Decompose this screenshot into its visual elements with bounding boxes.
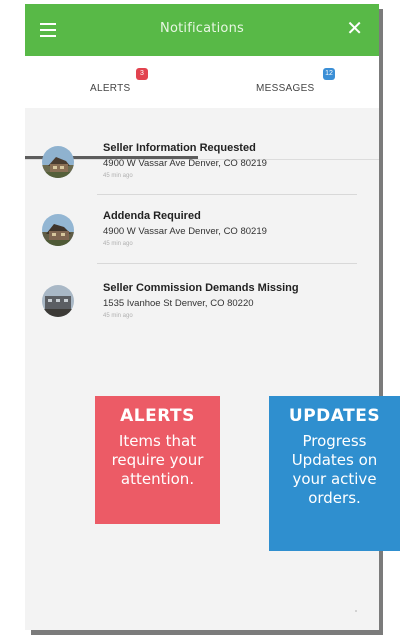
close-icon[interactable]: ✕: [346, 18, 363, 38]
messages-count-badge: 12: [323, 68, 335, 80]
alerts-callout-text: Items that require your attention.: [111, 432, 204, 488]
notification-time: 45 min ago: [103, 313, 133, 319]
list-divider: [97, 263, 357, 264]
house-photo-icon: [42, 146, 74, 178]
list-item[interactable]: Addenda Required 4900 W Vassar Ave Denve…: [25, 204, 379, 264]
tab-messages[interactable]: MESSAGES 12: [198, 56, 379, 108]
notification-address: 4900 W Vassar Ave Denver, CO 80219: [103, 158, 267, 169]
updates-callout: UPDATES Progress Updates on your active …: [269, 396, 400, 551]
scroll-indicator: [355, 610, 357, 612]
list-item[interactable]: Seller Commission Demands Missing 1535 I…: [25, 273, 379, 333]
property-photo-avatar: [42, 214, 74, 246]
tab-alerts-label: ALERTS: [90, 83, 131, 94]
notification-title: Seller Commission Demands Missing: [103, 282, 299, 294]
tab-bar: ALERTS 3 MESSAGES 12: [25, 56, 379, 160]
tab-messages-label: MESSAGES: [256, 83, 315, 94]
building-photo-icon: [42, 285, 74, 317]
notification-address: 1535 Ivanhoe St Denver, CO 80220: [103, 298, 254, 309]
app-header: Notifications ✕: [25, 4, 379, 56]
updates-callout-title: UPDATES: [288, 406, 381, 426]
house-photo-icon: [42, 214, 74, 246]
notification-address: 4900 W Vassar Ave Denver, CO 80219: [103, 226, 267, 237]
notification-title: Seller Information Requested: [103, 142, 256, 154]
notification-time: 45 min ago: [103, 241, 133, 247]
property-photo-avatar: [42, 285, 74, 317]
alerts-callout-title: ALERTS: [120, 406, 195, 426]
updates-callout-text: Progress Updates on your active orders.: [291, 432, 378, 507]
notification-title: Addenda Required: [103, 210, 201, 222]
list-divider: [97, 194, 357, 195]
alerts-callout: ALERTS Items that require your attention…: [95, 396, 220, 524]
property-photo-avatar: [42, 146, 74, 178]
page-title: Notifications: [160, 21, 244, 36]
notification-time: 45 min ago: [103, 173, 133, 179]
tab-alerts[interactable]: ALERTS 3: [25, 56, 198, 108]
list-item[interactable]: Seller Information Requested 4900 W Vass…: [25, 136, 379, 196]
alerts-count-badge: 3: [136, 68, 148, 80]
